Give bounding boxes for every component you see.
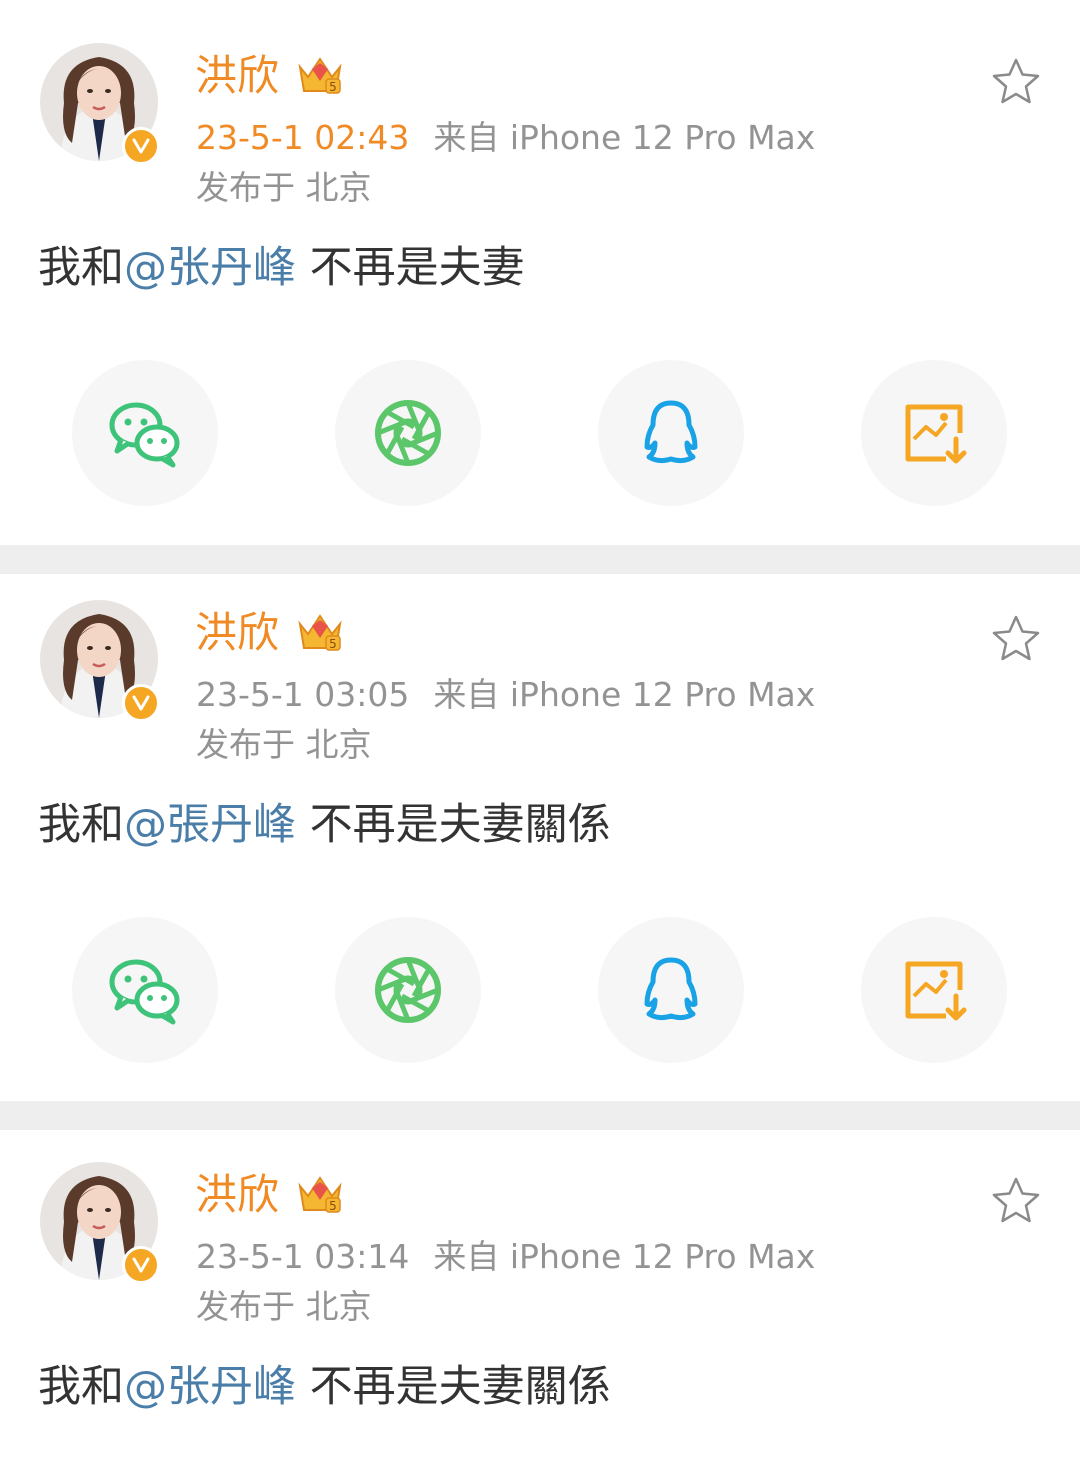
save-image-button[interactable] [861,917,1007,1063]
favorite-star-icon[interactable] [990,56,1042,108]
post-content: 我和@张丹峰 不再是夫妻關係 [38,1357,611,1417]
save-image-button[interactable] [861,360,1007,506]
qq-icon [644,957,698,1021]
moments-icon [375,400,441,466]
post-location: 发布于 北京 [196,168,372,207]
share-qq-button[interactable] [598,360,744,506]
post-location: 发布于 北京 [196,725,372,764]
post-source: 来自 iPhone 12 Pro Max [433,118,816,157]
content-text: 我和 [38,1362,124,1412]
post-time[interactable]: 23-5-1 03:05 [196,675,409,714]
avatar[interactable] [40,43,160,165]
svg-text:5: 5 [329,80,337,94]
wechat-icon [109,402,180,468]
wechat-icon [109,959,180,1025]
post-location: 发布于 北京 [196,1287,372,1326]
content-text: 我和 [38,243,124,293]
favorite-star-icon[interactable] [990,1175,1042,1227]
post-time[interactable]: 23-5-1 03:14 [196,1237,409,1276]
save-image-icon [905,404,967,464]
username[interactable]: 洪欣 [195,1167,279,1223]
vip-crown-icon[interactable]: 5 [296,608,344,654]
post-meta: 23-5-1 02:43 来自 iPhone 12 Pro Max [196,116,815,160]
verified-badge-icon [122,684,160,722]
post-source: 来自 iPhone 12 Pro Max [433,675,816,714]
moments-icon [375,957,441,1023]
vip-crown-icon[interactable]: 5 [296,51,344,97]
svg-text:5: 5 [329,637,337,651]
mention-link[interactable]: @張丹峰 [124,800,296,850]
save-image-icon [905,961,967,1021]
content-text: 不再是夫妻 [296,243,525,293]
svg-text:5: 5 [329,1199,337,1213]
post-separator [0,545,1080,574]
verified-badge-icon [122,127,160,165]
share-wechat-button[interactable] [72,917,218,1063]
username[interactable]: 洪欣 [195,605,279,661]
post-source: 来自 iPhone 12 Pro Max [433,1237,816,1276]
mention-link[interactable]: @张丹峰 [124,1362,296,1412]
weibo-post: 洪欣 5 23-5-1 03:14 来自 iPhone 12 Pro Max 发布… [0,1130,1080,1458]
mention-link[interactable]: @张丹峰 [124,243,296,293]
username[interactable]: 洪欣 [195,48,279,104]
avatar[interactable] [40,600,160,722]
share-moments-button[interactable] [335,360,481,506]
post-separator [0,1101,1080,1130]
avatar[interactable] [40,1162,160,1284]
post-meta: 23-5-1 03:05 来自 iPhone 12 Pro Max [196,673,815,717]
content-text: 不再是夫妻關係 [296,800,611,850]
verified-badge-icon [122,1246,160,1284]
post-content: 我和@张丹峰 不再是夫妻 [38,238,525,298]
vip-crown-icon[interactable]: 5 [296,1170,344,1216]
share-qq-button[interactable] [598,917,744,1063]
post-time[interactable]: 23-5-1 02:43 [196,118,409,157]
share-wechat-button[interactable] [72,360,218,506]
qq-icon [644,400,698,464]
share-row [0,917,1080,1063]
content-text: 不再是夫妻關係 [296,1362,611,1412]
favorite-star-icon[interactable] [990,613,1042,665]
weibo-post: 洪欣 5 23-5-1 03:05 来自 iPhone 12 Pro Max 发布… [0,574,1080,1101]
post-meta: 23-5-1 03:14 来自 iPhone 12 Pro Max [196,1235,815,1279]
weibo-post: 洪欣 5 23-5-1 02:43 来自 iPhone 12 Pro Max 发布… [0,0,1080,545]
share-row [0,360,1080,506]
share-moments-button[interactable] [335,917,481,1063]
content-text: 我和 [38,800,124,850]
post-content: 我和@張丹峰 不再是夫妻關係 [38,795,611,855]
